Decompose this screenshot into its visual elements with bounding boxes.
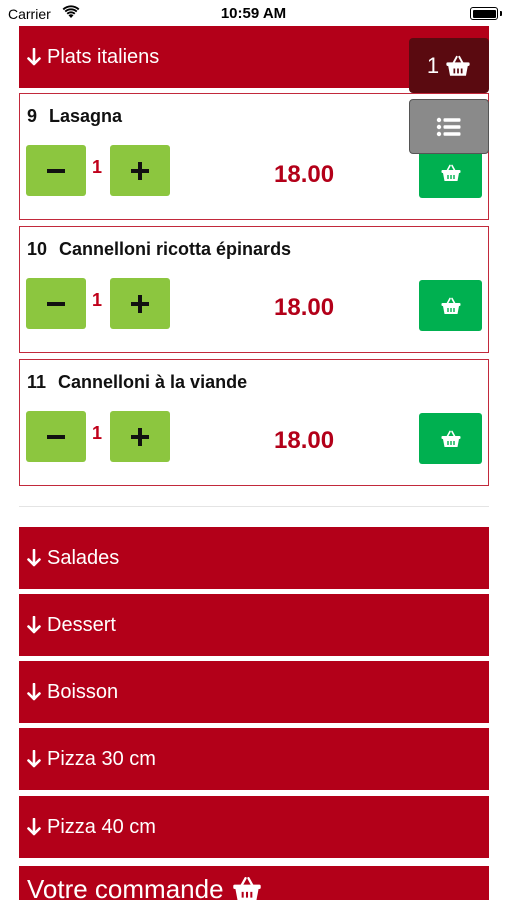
section-header-pizza-40[interactable]: Pizza 40 cm	[19, 796, 489, 858]
add-to-cart-button[interactable]	[419, 413, 482, 464]
section-label: Pizza 40 cm	[47, 815, 156, 838]
order-summary-bar[interactable]: Votre commande	[19, 866, 489, 900]
section-label: Pizza 30 cm	[47, 747, 156, 770]
section-label: Dessert	[47, 613, 116, 636]
minus-icon	[47, 434, 65, 439]
basket-icon	[441, 430, 460, 447]
divider	[19, 506, 489, 507]
item-number: 9	[27, 106, 38, 126]
quantity-value: 1	[92, 157, 103, 177]
battery-icon	[470, 7, 498, 20]
section-label: Salades	[47, 546, 120, 569]
minus-icon	[47, 168, 65, 173]
section-label: Boisson	[47, 680, 119, 703]
item-name: Cannelloni à la viande	[58, 372, 248, 392]
floating-cart-button[interactable]: 1	[409, 38, 489, 93]
plus-icon	[131, 294, 149, 313]
item-price: 18.00	[274, 427, 335, 454]
arrow-down-icon	[27, 616, 41, 634]
order-label: Votre commande	[27, 874, 224, 900]
item-title: 9 Lasagna	[27, 106, 122, 127]
quantity-value: 1	[92, 423, 103, 443]
arrow-down-icon	[27, 683, 41, 701]
clock: 10:59 AM	[220, 5, 287, 22]
arrow-down-icon	[27, 549, 41, 567]
status-bar: Carrier 10:59 AM	[0, 0, 507, 28]
plus-icon	[131, 427, 149, 446]
floating-menu-button[interactable]	[409, 99, 489, 154]
arrow-down-icon	[27, 48, 41, 66]
menu-item-card: 10 Cannelloni ricotta épinards 1 18.00	[19, 226, 489, 353]
cart-count: 1	[426, 52, 440, 78]
menu-item-card: 11 Cannelloni à la viande 1 18.00	[19, 359, 489, 486]
increase-quantity-button[interactable]	[110, 411, 170, 462]
item-title: 10 Cannelloni ricotta épinards	[27, 239, 291, 260]
item-price: 18.00	[274, 294, 335, 321]
decrease-quantity-button[interactable]	[26, 411, 86, 462]
plus-icon	[131, 161, 149, 180]
item-price: 18.00	[274, 161, 335, 188]
list-icon	[436, 117, 461, 136]
decrease-quantity-button[interactable]	[26, 145, 86, 196]
increase-quantity-button[interactable]	[110, 145, 170, 196]
section-header-pizza-30[interactable]: Pizza 30 cm	[19, 728, 489, 790]
section-header-salades[interactable]: Salades	[19, 527, 489, 589]
item-number: 10	[27, 239, 48, 259]
increase-quantity-button[interactable]	[110, 278, 170, 329]
basket-icon	[441, 297, 460, 314]
item-title: 11 Cannelloni à la viande	[27, 372, 247, 393]
arrow-down-icon	[27, 818, 41, 836]
item-name: Lasagna	[49, 106, 123, 126]
add-to-cart-button[interactable]	[419, 147, 482, 198]
basket-icon	[441, 164, 460, 181]
add-to-cart-button[interactable]	[419, 280, 482, 331]
arrow-down-icon	[27, 750, 41, 768]
basket-icon	[446, 55, 470, 76]
section-label: Plats italiens	[47, 45, 160, 68]
minus-icon	[47, 301, 65, 306]
quantity-value: 1	[92, 290, 103, 310]
decrease-quantity-button[interactable]	[26, 278, 86, 329]
basket-icon	[232, 877, 261, 900]
section-header-dessert[interactable]: Dessert	[19, 594, 489, 656]
section-header-boisson[interactable]: Boisson	[19, 661, 489, 723]
item-name: Cannelloni ricotta épinards	[59, 239, 292, 259]
item-number: 11	[27, 372, 47, 392]
